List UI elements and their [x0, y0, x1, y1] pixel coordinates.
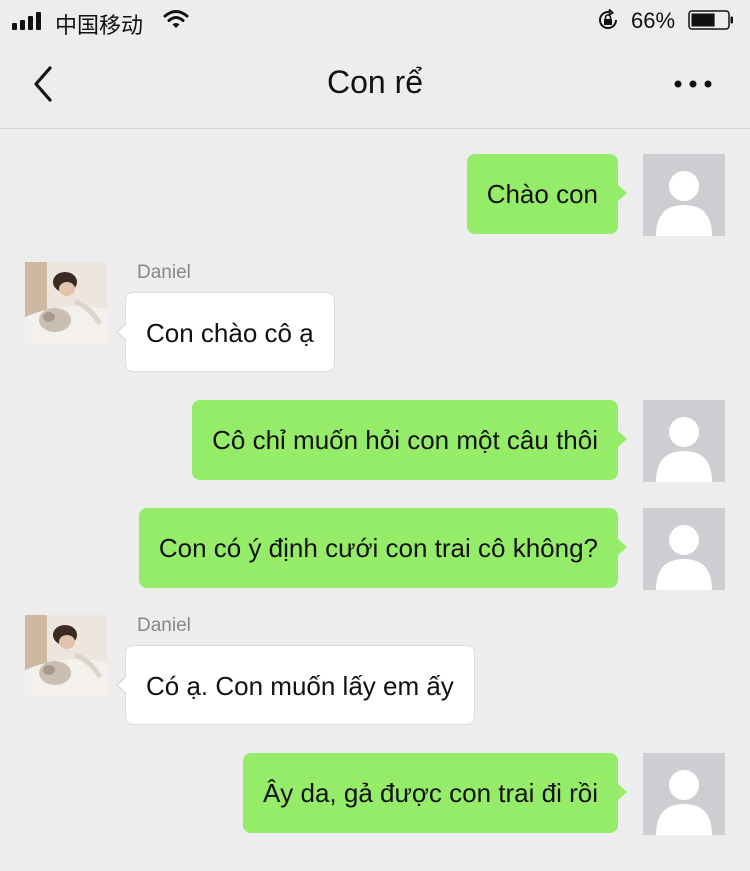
user-avatar[interactable]	[643, 400, 725, 482]
battery-icon	[688, 10, 733, 30]
message-incoming: Daniel Con chào cô ạ	[0, 262, 750, 376]
carrier-name: 中国移动	[55, 13, 144, 38]
contact-avatar[interactable]	[25, 615, 107, 697]
battery-percent: 66%	[631, 8, 676, 33]
sender-name: Daniel	[137, 615, 191, 636]
person-silhouette-icon	[656, 417, 712, 482]
message-bubble[interactable]: Có ạ. Con muốn lấy em ấy	[116, 645, 475, 725]
contact-photo	[25, 615, 107, 697]
more-options-button[interactable]	[672, 72, 716, 96]
rotation-lock-icon	[599, 8, 618, 29]
person-silhouette-icon	[656, 171, 712, 236]
message-bubble[interactable]: Con có ý định cưới con trai cô không?	[138, 508, 628, 588]
contact-photo	[25, 262, 107, 344]
chat-title: Con rể	[326, 64, 424, 100]
user-avatar[interactable]	[643, 753, 725, 835]
person-silhouette-icon	[656, 525, 712, 590]
person-silhouette-icon	[656, 770, 712, 835]
status-bar: 中国移动 66%	[0, 0, 750, 42]
signal-icon	[12, 12, 46, 30]
message-outgoing: Con có ý định cưới con trai cô không?	[0, 508, 750, 592]
message-incoming: Daniel Có ạ. Con muốn lấy em ấy	[0, 615, 750, 729]
chat-header: Con rể	[0, 42, 750, 129]
message-bubble[interactable]: Ây da, gả được con trai đi rồi	[242, 753, 628, 833]
message-bubble[interactable]: Cô chỉ muốn hỏi con một câu thôi	[192, 400, 627, 480]
message-bubble[interactable]: Con chào cô ạ	[116, 292, 335, 372]
message-outgoing: Cô chỉ muốn hỏi con một câu thôi	[0, 400, 750, 484]
user-avatar[interactable]	[643, 154, 725, 236]
user-avatar[interactable]	[643, 508, 725, 590]
message-bubble[interactable]: Chào con	[466, 154, 628, 234]
message-outgoing: Ây da, gả được con trai đi rồi	[0, 753, 750, 837]
wifi-icon	[163, 10, 189, 28]
sender-name: Daniel	[137, 262, 191, 283]
message-outgoing: Chào con	[0, 154, 750, 238]
contact-avatar[interactable]	[25, 262, 107, 344]
